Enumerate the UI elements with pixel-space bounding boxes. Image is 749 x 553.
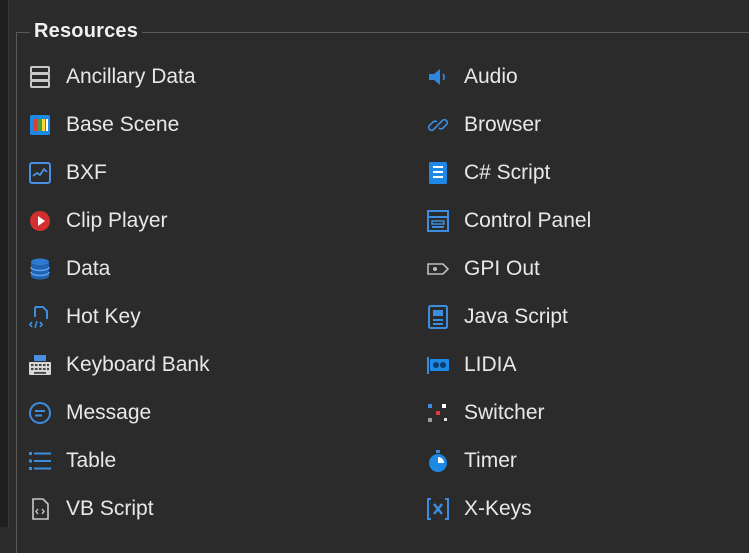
resource-item-data[interactable]: Data <box>28 249 110 289</box>
resource-label: Message <box>66 401 152 424</box>
resource-item-bxf[interactable]: BXF <box>28 153 107 193</box>
link-icon <box>426 113 450 137</box>
resource-label: Control Panel <box>464 209 592 232</box>
play-circle-icon <box>28 209 52 233</box>
resource-item-csharp-script[interactable]: C# Script <box>426 153 550 193</box>
resource-label: Hot Key <box>66 305 141 328</box>
keyboard-icon <box>28 353 52 377</box>
lidia-icon <box>426 353 450 377</box>
resource-item-ancillary-data[interactable]: Ancillary Data <box>28 57 196 97</box>
resource-item-x-keys[interactable]: X-Keys <box>426 489 532 529</box>
speaker-icon <box>426 65 450 89</box>
resource-label: Data <box>66 257 111 280</box>
resource-label: Java Script <box>464 305 568 328</box>
gpi-out-icon <box>426 257 450 281</box>
database-icon <box>28 257 52 281</box>
resource-item-keyboard-bank[interactable]: Keyboard Bank <box>28 345 210 385</box>
csharp-file-icon <box>426 161 450 185</box>
vb-file-icon <box>28 497 52 521</box>
chart-line-icon <box>28 161 52 185</box>
resource-item-lidia[interactable]: LIDIA <box>426 345 517 385</box>
switcher-icon <box>426 401 450 425</box>
x-keys-icon <box>426 497 450 521</box>
resource-item-clip-player[interactable]: Clip Player <box>28 201 168 241</box>
stopwatch-icon <box>426 449 450 473</box>
message-icon <box>28 401 52 425</box>
resource-item-table[interactable]: Table <box>28 441 116 481</box>
document-code-icon <box>28 305 52 329</box>
resource-label: Base Scene <box>66 113 180 136</box>
resource-label: X-Keys <box>464 497 532 520</box>
resource-label: C# Script <box>464 161 551 184</box>
resource-item-base-scene[interactable]: Base Scene <box>28 105 179 145</box>
resource-item-message[interactable]: Message <box>28 393 151 433</box>
left-panel-edge <box>0 0 9 527</box>
resource-item-audio[interactable]: Audio <box>426 57 518 97</box>
resource-label: Timer <box>464 449 517 472</box>
resource-label: GPI Out <box>464 257 540 280</box>
js-file-icon <box>426 305 450 329</box>
resource-label: BXF <box>66 161 107 184</box>
resource-item-browser[interactable]: Browser <box>426 105 541 145</box>
resource-label: VB Script <box>66 497 154 520</box>
resource-item-java-script[interactable]: Java Script <box>426 297 568 337</box>
resource-item-gpi-out[interactable]: GPI Out <box>426 249 540 289</box>
resource-item-switcher[interactable]: Switcher <box>426 393 545 433</box>
resource-label: Switcher <box>464 401 545 424</box>
resource-label: Audio <box>464 65 518 88</box>
resource-item-vb-script[interactable]: VB Script <box>28 489 154 529</box>
server-stack-icon <box>28 65 52 89</box>
list-icon <box>28 449 52 473</box>
resource-label: Keyboard Bank <box>66 353 210 376</box>
resource-label: LIDIA <box>464 353 517 376</box>
resource-label: Browser <box>464 113 542 136</box>
resource-label: Table <box>66 449 117 472</box>
resource-item-hot-key[interactable]: Hot Key <box>28 297 141 337</box>
resource-label: Clip Player <box>66 209 168 232</box>
resource-label: Ancillary Data <box>66 65 196 88</box>
control-panel-icon <box>426 209 450 233</box>
resource-item-control-panel[interactable]: Control Panel <box>426 201 591 241</box>
base-scene-icon <box>28 113 52 137</box>
resource-item-timer[interactable]: Timer <box>426 441 517 481</box>
group-title: Resources <box>30 20 143 43</box>
